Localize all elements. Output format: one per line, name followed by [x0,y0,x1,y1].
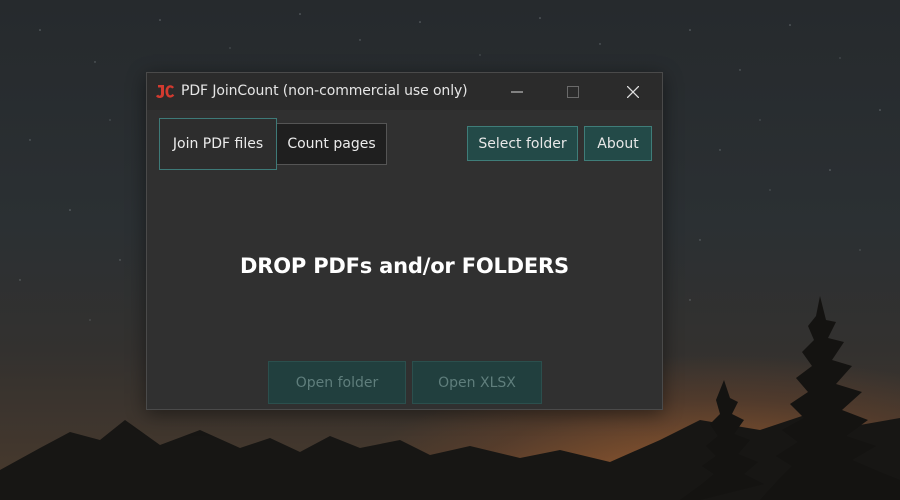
open-folder-button[interactable]: Open folder [268,361,406,404]
about-button[interactable]: About [584,126,652,161]
maximize-icon [567,85,579,98]
title-bar[interactable]: PDF JoinCount (non-commercial use only) [147,73,662,110]
minimize-icon [511,91,523,92]
app-window: PDF JoinCount (non-commercial use only) … [146,72,663,410]
window-client-area: Count pages Join PDF files Select folder… [147,110,662,409]
window-title: PDF JoinCount (non-commercial use only) [181,83,468,99]
minimize-button[interactable] [494,73,540,110]
drop-zone-text: DROP PDFs and/or FOLDERS [240,254,569,278]
joincount-logo-icon [156,85,175,98]
tab-join-pdf-files[interactable]: Join PDF files [159,118,277,170]
close-button[interactable] [610,73,656,110]
maximize-button[interactable] [550,73,596,110]
tab-count-pages[interactable]: Count pages [276,123,387,165]
select-folder-button[interactable]: Select folder [467,126,578,161]
open-xlsx-button[interactable]: Open XLSX [412,361,542,404]
close-icon [627,85,639,98]
